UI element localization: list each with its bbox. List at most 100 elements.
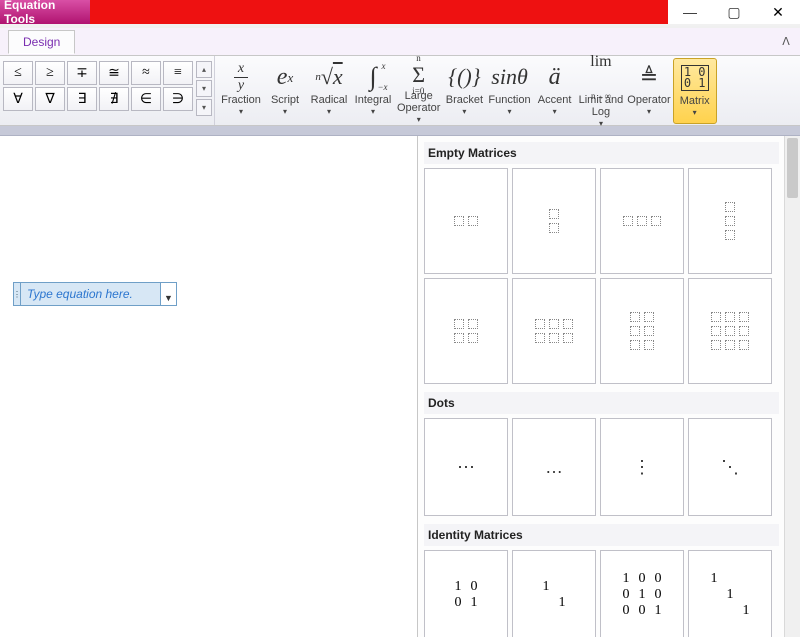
- symbol-6[interactable]: ∀: [3, 87, 33, 111]
- symbols-scrollbar[interactable]: ▴ ▾ ▾: [196, 60, 212, 117]
- struct-glyph: ex: [277, 60, 293, 94]
- symbol-5[interactable]: ≡: [163, 61, 193, 85]
- symbol-7[interactable]: ∇: [35, 87, 65, 111]
- gallery-grid: ⋯ … ⋮ ⋱: [424, 418, 779, 516]
- struct-label: Accent: [538, 94, 572, 106]
- struct-glyph: ≜: [640, 60, 658, 94]
- gallery-section-header: Empty Matrices: [424, 142, 779, 164]
- gallery-matrix-1x3[interactable]: [600, 168, 684, 274]
- symbol-9[interactable]: ∄: [99, 87, 129, 111]
- struct-label: Operator: [627, 94, 670, 106]
- gallery-grid: 100111100010001111: [424, 550, 779, 637]
- gallery-dots-center[interactable]: ⋯: [424, 418, 508, 516]
- symbols-scroll-up-icon[interactable]: ▴: [196, 61, 212, 78]
- ribbon: ≤≥∓≅≈≡ ∀∇∃∄∈∋ ▴ ▾ ▾ xyFraction▾exScript▾…: [0, 56, 800, 126]
- symbol-3[interactable]: ≅: [99, 61, 129, 85]
- matrix-gallery: Empty Matrices Dots ⋯ … ⋮ ⋱ Identity Matrices 1…: [417, 136, 800, 637]
- struct-glyph: xy: [234, 60, 248, 94]
- symbol-2[interactable]: ∓: [67, 61, 97, 85]
- gallery-matrix-3x3[interactable]: [688, 278, 772, 384]
- structures-group: xyFraction▾exScript▾n√xRadical▾∫x−xInteg…: [215, 56, 719, 125]
- gallery-section-header: Identity Matrices: [424, 524, 779, 546]
- struct-matrix[interactable]: 1 00 1Matrix▾: [673, 58, 717, 124]
- struct-glyph: n√x: [315, 60, 342, 94]
- struct-label: Script: [271, 94, 299, 106]
- titlebar: Equation Tools — ▢ ✕: [0, 0, 800, 28]
- window-controls: — ▢ ✕: [668, 0, 800, 24]
- gallery-scrollbar-thumb[interactable]: [787, 138, 798, 198]
- equation-handle-icon[interactable]: ⋮: [13, 282, 21, 306]
- symbol-0[interactable]: ≤: [3, 61, 33, 85]
- struct-fraction[interactable]: xyFraction▾: [219, 58, 263, 124]
- struct-glyph: sinθ: [491, 60, 527, 94]
- struct-large-operator[interactable]: nΣi=0LargeOperator▾: [395, 58, 442, 124]
- struct-radical[interactable]: n√xRadical▾: [307, 58, 351, 124]
- symbols-scroll-down-icon[interactable]: ▾: [196, 80, 212, 97]
- symbol-10[interactable]: ∈: [131, 87, 161, 111]
- gallery-matrix-2x1[interactable]: [512, 168, 596, 274]
- struct-integral[interactable]: ∫x−xIntegral▾: [351, 58, 395, 124]
- titlebar-accent: [90, 0, 668, 24]
- dots-glyph: ⋮: [633, 457, 651, 478]
- struct-label: Radical: [311, 94, 348, 106]
- equation-tools-label: Equation Tools: [0, 0, 90, 24]
- gallery-matrix-3x2[interactable]: [600, 278, 684, 384]
- struct-label: Fraction: [221, 94, 261, 106]
- symbols-group: ≤≥∓≅≈≡ ∀∇∃∄∈∋ ▴ ▾ ▾: [0, 56, 215, 125]
- struct-glyph: ä: [549, 60, 561, 94]
- struct-glyph: 1 00 1: [681, 61, 709, 95]
- struct-function[interactable]: sinθFunction▾: [486, 58, 532, 124]
- minimize-button[interactable]: —: [668, 0, 712, 24]
- dots-glyph: ⋱: [721, 457, 739, 478]
- struct-dropdown-icon: ▾: [283, 107, 287, 116]
- gallery-identity-2x2[interactable]: 1001: [424, 550, 508, 637]
- struct-accent[interactable]: äAccent▾: [533, 58, 577, 124]
- struct-dropdown-icon: ▾: [508, 107, 512, 116]
- close-button[interactable]: ✕: [756, 0, 800, 24]
- symbols-more-icon[interactable]: ▾: [196, 99, 212, 116]
- struct-glyph: nΣi=0: [412, 60, 425, 90]
- gallery-matrix-1x2[interactable]: [424, 168, 508, 274]
- equation-input[interactable]: Type equation here.: [21, 282, 161, 306]
- struct-glyph: {()}: [448, 60, 480, 94]
- struct-glyph: limn→∞: [590, 60, 611, 94]
- gallery-matrix-2x3[interactable]: [512, 278, 596, 384]
- struct-dropdown-icon: ▾: [327, 107, 331, 116]
- struct-script[interactable]: exScript▾: [263, 58, 307, 124]
- gallery-identity-2x2-blank[interactable]: 11: [512, 550, 596, 637]
- dots-glyph: …: [545, 457, 563, 478]
- gallery-grid: [424, 168, 779, 384]
- struct-dropdown-icon: ▾: [417, 115, 421, 124]
- gallery-identity-3x3[interactable]: 100010001: [600, 550, 684, 637]
- gallery-identity-3x3-blank[interactable]: 111: [688, 550, 772, 637]
- struct-dropdown-icon: ▾: [371, 107, 375, 116]
- collapse-ribbon-button[interactable]: ᐱ: [776, 32, 796, 52]
- struct-label: Integral: [355, 94, 392, 106]
- struct-operator[interactable]: ≜Operator▾: [625, 58, 672, 124]
- symbol-8[interactable]: ∃: [67, 87, 97, 111]
- gallery-matrix-2x2[interactable]: [424, 278, 508, 384]
- symbol-4[interactable]: ≈: [131, 61, 161, 85]
- gallery-dots-diagonal[interactable]: ⋱: [688, 418, 772, 516]
- gallery-matrix-3x1[interactable]: [688, 168, 772, 274]
- maximize-button[interactable]: ▢: [712, 0, 756, 24]
- symbol-1[interactable]: ≥: [35, 61, 65, 85]
- equation-content-control[interactable]: ⋮ Type equation here. ▼: [13, 282, 177, 306]
- gallery-dots-vertical[interactable]: ⋮: [600, 418, 684, 516]
- struct-label: Bracket: [446, 94, 483, 106]
- struct-bracket[interactable]: {()}Bracket▾: [442, 58, 486, 124]
- gallery-scrollbar[interactable]: [784, 136, 800, 637]
- struct-glyph: ∫x−x: [369, 60, 376, 94]
- ribbon-tabs: Design ᐱ: [0, 28, 800, 56]
- struct-dropdown-icon: ▾: [693, 108, 697, 117]
- document-area[interactable]: ⋮ Type equation here. ▼ Empty Matrices Do…: [0, 136, 800, 637]
- gallery-section-header: Dots: [424, 392, 779, 414]
- symbol-11[interactable]: ∋: [163, 87, 193, 111]
- dots-glyph: ⋯: [457, 457, 475, 478]
- equation-options-dropdown[interactable]: ▼: [161, 282, 177, 306]
- struct-limit-and-log[interactable]: limn→∞Limit andLog▾: [577, 58, 626, 124]
- gallery-dots-baseline[interactable]: …: [512, 418, 596, 516]
- struct-label: Matrix: [680, 95, 710, 107]
- ruler-strip: [0, 126, 800, 136]
- tab-design[interactable]: Design: [8, 30, 75, 54]
